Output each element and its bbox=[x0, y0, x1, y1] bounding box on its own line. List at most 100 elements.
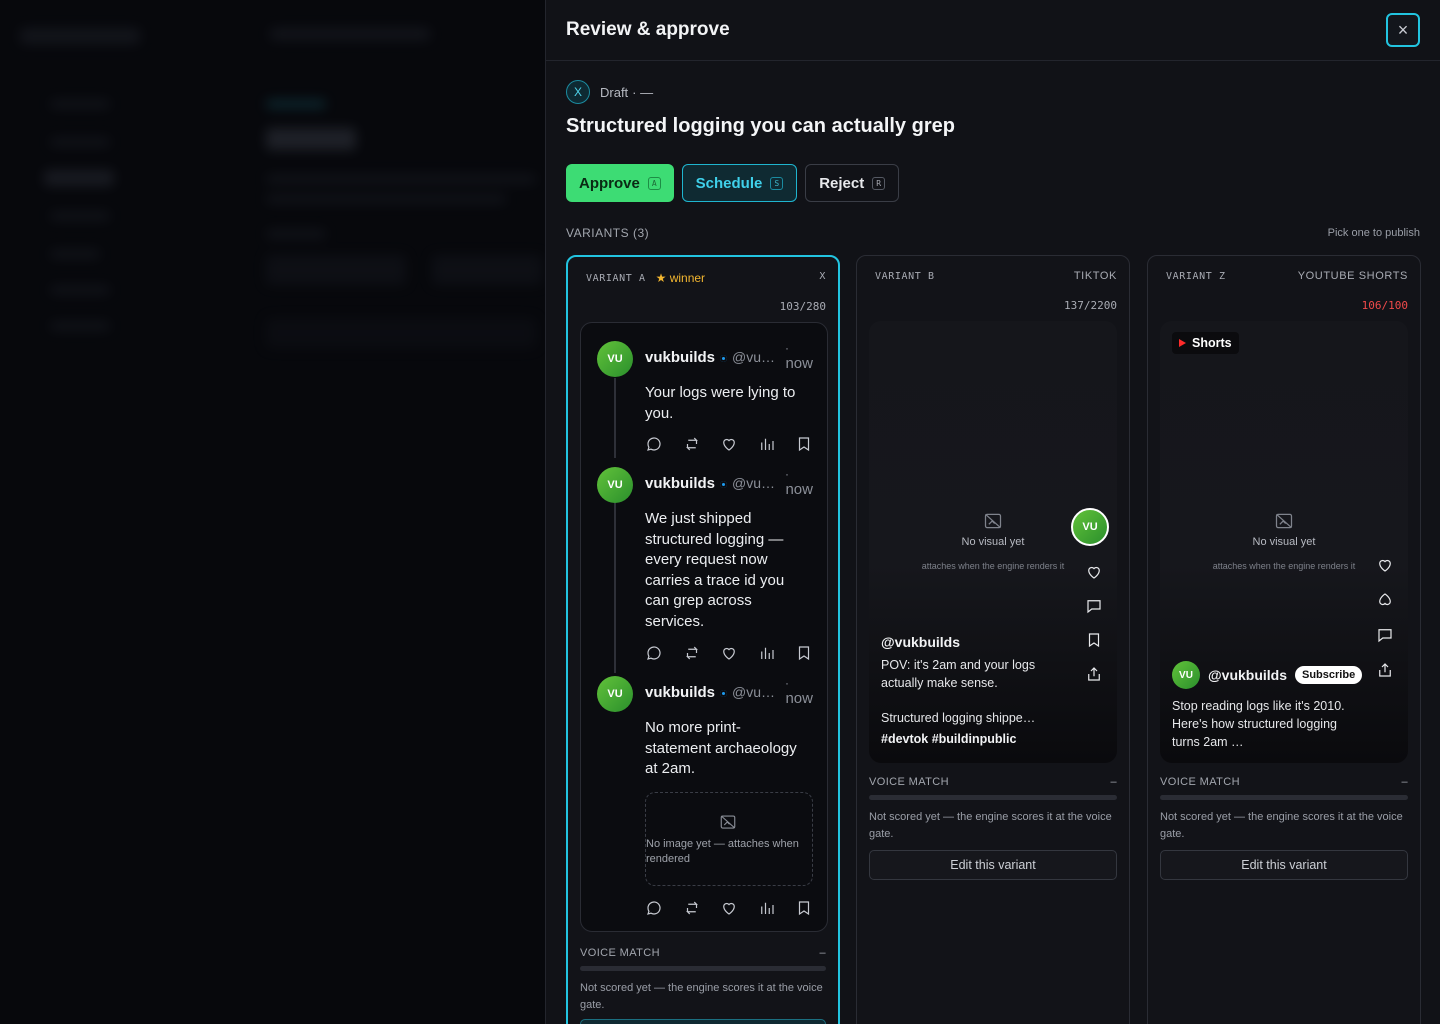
tweet-dot: · bbox=[785, 467, 789, 481]
edit-variant-button[interactable]: Edit this variant bbox=[869, 850, 1117, 880]
tweet-time: now bbox=[785, 481, 813, 498]
video-caption: Stop reading logs like it's 2010. Here's… bbox=[1172, 699, 1345, 749]
share-icon[interactable] bbox=[1376, 661, 1394, 679]
repost-icon[interactable] bbox=[683, 899, 701, 917]
variant-card-header: VARIANT B TIKTOK bbox=[875, 270, 1117, 282]
tweet-dot: · bbox=[785, 341, 789, 355]
action-bar: Approve A Schedule S Reject R bbox=[566, 164, 900, 202]
voice-match: VOICE MATCH – Not scored yet — the engin… bbox=[580, 947, 826, 1014]
comment-icon[interactable] bbox=[1376, 626, 1394, 644]
variant-card-a[interactable]: VARIANT A ★ winner X 103/280 VU vukbuild… bbox=[566, 255, 840, 1024]
no-visual-subtitle: attaches when the engine renders it bbox=[1212, 561, 1356, 571]
youtube-shorts-preview: Shorts No visual yet attaches when the e… bbox=[1160, 321, 1408, 763]
verified-icon bbox=[720, 690, 728, 697]
repost-icon[interactable] bbox=[683, 644, 701, 662]
voice-match-label: VOICE MATCH bbox=[869, 776, 949, 788]
tweet-dot: · bbox=[785, 676, 789, 690]
like-icon[interactable] bbox=[1376, 556, 1394, 574]
voice-match-note: Not scored yet — the engine scores it at… bbox=[1160, 811, 1403, 840]
image-placeholder: No image yet — attaches when rendered bbox=[645, 792, 813, 886]
schedule-button[interactable]: Schedule S bbox=[681, 164, 798, 202]
approve-button[interactable]: Approve A bbox=[566, 164, 674, 202]
voice-match: VOICE MATCH – Not scored yet — the engin… bbox=[869, 776, 1117, 843]
variant-card-z[interactable]: VARIANT Z YOUTUBE SHORTS 106/100 Shorts … bbox=[1147, 255, 1421, 1024]
char-counter: 103/280 bbox=[779, 300, 826, 313]
variant-platform: TIKTOK bbox=[1073, 270, 1117, 282]
variant-platform: X bbox=[819, 271, 826, 282]
drawer-header: Review & approve × bbox=[546, 0, 1440, 61]
char-counter: 106/100 bbox=[1361, 299, 1408, 312]
bookmark-icon[interactable] bbox=[1085, 631, 1103, 649]
video-handle: @vukbuilds bbox=[1208, 667, 1287, 683]
channel-row: VU @vukbuilds Subscribe bbox=[1172, 661, 1363, 689]
share-icon[interactable] bbox=[1085, 665, 1103, 683]
voice-match-bar bbox=[1160, 795, 1408, 800]
review-drawer: Review & approve × X Draft · — Structure… bbox=[545, 0, 1440, 1024]
voice-match-value: – bbox=[819, 947, 826, 959]
variant-label: VARIANT B bbox=[875, 270, 935, 282]
like-icon[interactable] bbox=[720, 899, 738, 917]
x-thread-preview: VU vukbuilds @vu… · now Your logs were l… bbox=[580, 322, 828, 932]
bookmark-icon[interactable] bbox=[795, 899, 813, 917]
video-handle: @vukbuilds bbox=[881, 634, 960, 650]
drawer-title: Review & approve bbox=[566, 19, 730, 40]
no-visual-title: No visual yet bbox=[1252, 536, 1316, 548]
no-visual-subtitle: attaches when the engine renders it bbox=[921, 561, 1065, 571]
reject-label: Reject bbox=[819, 174, 865, 192]
variant-label: VARIANT Z bbox=[1166, 270, 1226, 282]
video-caption-more: Structured logging shippe… bbox=[881, 711, 1036, 725]
approve-shortcut: A bbox=[647, 176, 661, 190]
avatar: VU bbox=[597, 467, 633, 503]
schedule-shortcut: S bbox=[770, 176, 784, 190]
reply-icon[interactable] bbox=[645, 644, 663, 662]
edit-variant-button[interactable]: Edit this variant bbox=[1160, 850, 1408, 880]
reply-icon[interactable] bbox=[645, 435, 663, 453]
subscribe-button[interactable]: Subscribe bbox=[1295, 666, 1363, 684]
voice-match: VOICE MATCH – Not scored yet — the engin… bbox=[1160, 776, 1408, 843]
avatar: VU bbox=[1071, 508, 1109, 546]
variant-card-header: VARIANT A ★ winner X bbox=[586, 271, 826, 285]
variant-card-b[interactable]: VARIANT B TIKTOK 137/2200 No visual yet … bbox=[856, 255, 1130, 1024]
like-icon[interactable] bbox=[720, 644, 738, 662]
variant-card-header: VARIANT Z YOUTUBE SHORTS bbox=[1166, 270, 1408, 282]
tiktok-preview: No visual yet attaches when the engine r… bbox=[869, 321, 1117, 763]
views-icon[interactable] bbox=[758, 899, 776, 917]
tweet-author: vukbuilds bbox=[645, 684, 716, 701]
like-icon[interactable] bbox=[1085, 563, 1103, 581]
approve-label: Approve bbox=[579, 174, 640, 192]
bookmark-icon[interactable] bbox=[795, 644, 813, 662]
tweet-actions bbox=[645, 898, 813, 918]
avatar: VU bbox=[597, 676, 633, 712]
image-placeholder-text: No image yet — attaches when rendered bbox=[646, 838, 799, 865]
reject-shortcut: R bbox=[872, 176, 886, 190]
variants-hint: Pick one to publish bbox=[1327, 227, 1420, 239]
reply-icon[interactable] bbox=[645, 899, 663, 917]
like-icon[interactable] bbox=[720, 435, 738, 453]
voice-match-value: – bbox=[1110, 776, 1117, 788]
tweet-text: Your logs were lying to you. bbox=[645, 384, 796, 422]
video-caption: POV: it's 2am and your logs actually mak… bbox=[881, 658, 1036, 690]
tweet-handle: @vu… bbox=[732, 475, 776, 491]
shorts-label: Shorts bbox=[1192, 336, 1232, 350]
tweet-actions bbox=[645, 643, 813, 663]
bookmark-icon[interactable] bbox=[795, 435, 813, 453]
dislike-icon[interactable] bbox=[1376, 591, 1394, 609]
shorts-side-actions bbox=[1376, 556, 1394, 679]
variants-label: VARIANTS (3) bbox=[566, 226, 650, 240]
close-icon: × bbox=[1397, 19, 1409, 40]
edit-variant-button[interactable] bbox=[580, 1019, 826, 1024]
voice-match-label: VOICE MATCH bbox=[580, 947, 660, 959]
comment-icon[interactable] bbox=[1085, 597, 1103, 615]
repost-icon[interactable] bbox=[683, 435, 701, 453]
voice-match-bar bbox=[580, 966, 826, 971]
verified-icon bbox=[720, 481, 728, 488]
tweet: VU vukbuilds @vu… · now Your logs were l… bbox=[597, 341, 813, 461]
views-icon[interactable] bbox=[758, 435, 776, 453]
voice-match-value: – bbox=[1401, 776, 1408, 788]
views-icon[interactable] bbox=[758, 644, 776, 662]
post-meta: X Draft · — bbox=[566, 80, 653, 104]
close-button[interactable]: × bbox=[1386, 13, 1420, 47]
reject-button[interactable]: Reject R bbox=[805, 164, 900, 202]
tweet: VU vukbuilds @vu… · now We just shipped … bbox=[597, 467, 813, 667]
avatar: VU bbox=[597, 341, 633, 377]
